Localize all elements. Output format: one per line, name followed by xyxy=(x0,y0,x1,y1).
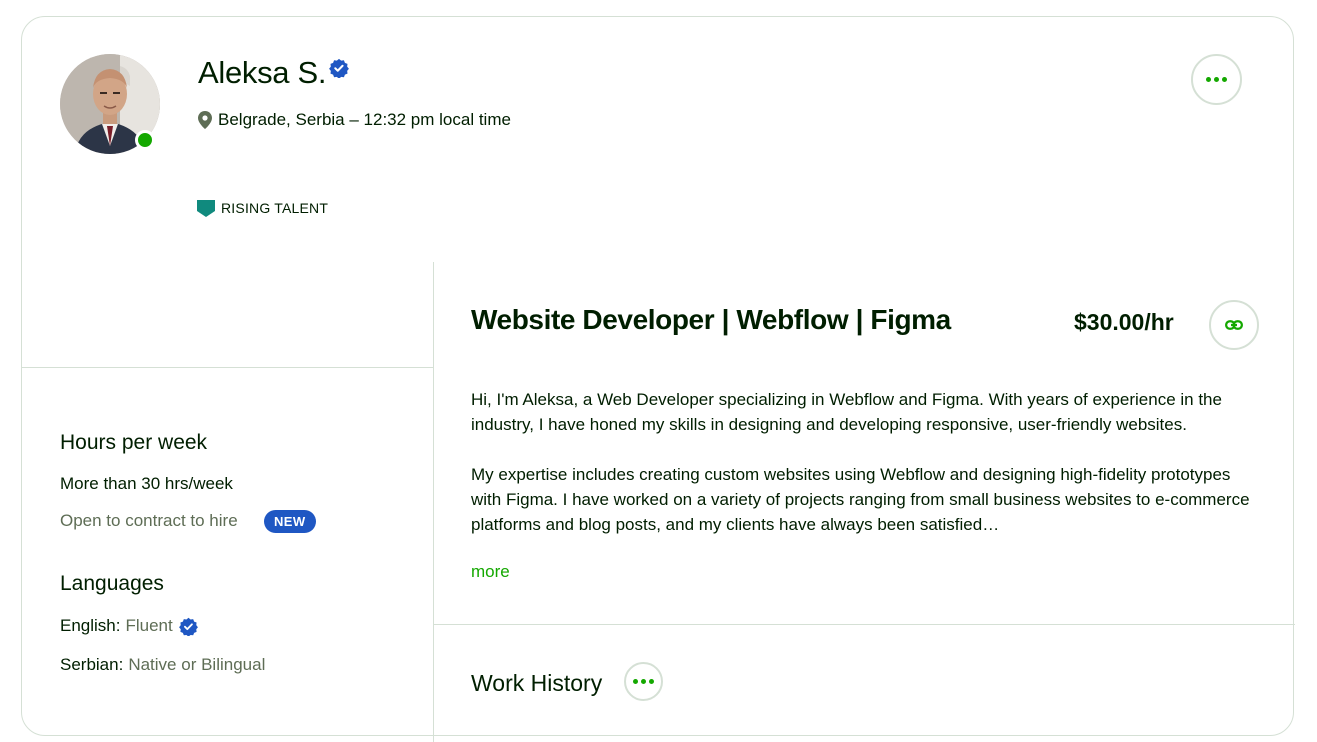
location-text: Belgrade, Serbia – 12:32 pm local time xyxy=(218,110,511,129)
ellipsis-icon xyxy=(633,679,654,684)
contract-to-hire-text: Open to contract to hire xyxy=(60,511,238,530)
profile-more-options-button[interactable] xyxy=(1191,54,1242,105)
language-name: English: xyxy=(60,616,121,635)
profile-title: Website Developer | Webflow | Figma xyxy=(471,304,951,335)
overview-paragraph: My expertise includes creating custom we… xyxy=(471,465,1250,534)
overview-more-link[interactable]: more xyxy=(471,562,510,582)
new-badge: NEW xyxy=(264,510,316,533)
copy-link-button[interactable] xyxy=(1209,300,1259,350)
verified-badge-icon xyxy=(329,58,350,83)
freelancer-name: Aleksa S. xyxy=(198,55,327,90)
ellipsis-icon xyxy=(1206,77,1227,82)
overview-paragraph: Hi, I'm Aleksa, a Web Developer speciali… xyxy=(471,390,1222,434)
rising-talent-badge-icon xyxy=(197,200,215,217)
verified-badge-icon xyxy=(178,617,198,636)
language-item: English: Fluent xyxy=(60,616,198,636)
hours-per-week-value: More than 30 hrs/week xyxy=(60,474,233,493)
profile-card: Aleksa S. Belgrade, Serbia – 12:32 pm lo… xyxy=(21,16,1295,742)
online-status-indicator xyxy=(135,130,155,150)
section-divider xyxy=(434,624,1295,625)
languages-title: Languages xyxy=(60,572,164,595)
link-icon xyxy=(1225,320,1243,330)
column-divider xyxy=(433,262,434,742)
name-row: Aleksa S. xyxy=(198,55,350,91)
map-pin-icon xyxy=(198,111,212,129)
profile-overview: Hi, I'm Aleksa, a Web Developer speciali… xyxy=(471,387,1261,562)
rising-talent-label: RISING TALENT xyxy=(221,200,329,216)
rising-talent-badge[interactable]: RISING TALENT xyxy=(197,199,328,217)
language-name: Serbian: xyxy=(60,655,124,674)
language-level: Native or Bilingual xyxy=(128,655,266,674)
language-item: Serbian: Native or Bilingual xyxy=(60,655,265,675)
language-level: Fluent xyxy=(125,616,173,635)
location-row: Belgrade, Serbia – 12:32 pm local time xyxy=(198,110,511,130)
hours-per-week-title: Hours per week xyxy=(60,431,208,454)
avatar-container xyxy=(60,54,160,154)
work-history-title: Work History xyxy=(471,670,603,696)
hourly-rate: $30.00/hr xyxy=(1074,309,1174,335)
work-history-more-options-button[interactable] xyxy=(624,662,663,701)
sidebar-divider xyxy=(22,367,433,368)
